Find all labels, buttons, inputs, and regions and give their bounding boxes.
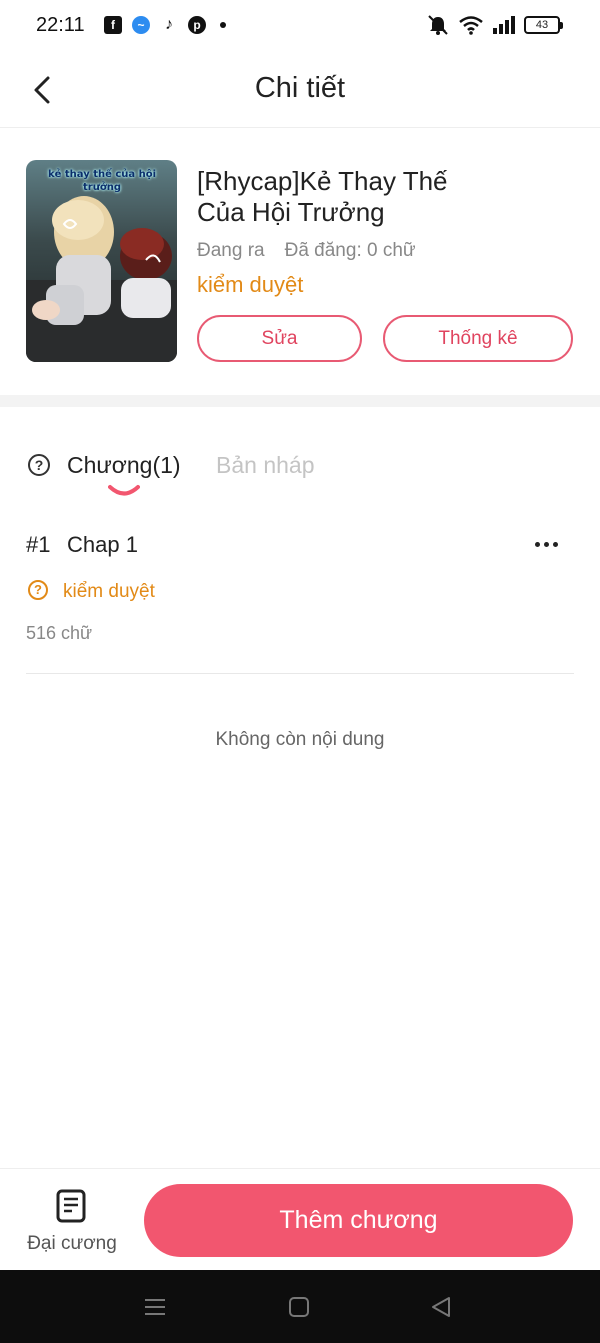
more-notifications-dot: [220, 22, 226, 28]
status-bar: 22:11 f ~ ♪ p 43: [0, 0, 600, 54]
system-navigation-bar: [0, 1270, 600, 1343]
home-icon[interactable]: [286, 1294, 312, 1320]
mute-bell-icon: [428, 15, 448, 35]
facebook-icon: f: [104, 16, 122, 34]
book-cover-image[interactable]: kẻ thay thế của hội trưởng: [26, 160, 177, 362]
cover-caption: kẻ thay thế của hội trưởng: [47, 169, 157, 193]
book-meta: Đang ra Đã đăng: 0 chữ: [197, 240, 416, 262]
tab-drafts[interactable]: Bản nháp: [216, 452, 314, 479]
publish-state: Đang ra: [197, 240, 265, 261]
outline-button[interactable]: Đại cương: [20, 1187, 124, 1259]
tab-chapters[interactable]: Chương(1): [67, 452, 181, 479]
add-chapter-button[interactable]: Thêm chương: [144, 1184, 573, 1257]
chapter-title: Chap 1: [67, 532, 138, 557]
chapter-list-item[interactable]: #1 Chap 1 ? kiểm duyệt 516 chữ: [26, 528, 574, 674]
outline-label: Đại cương: [27, 1233, 117, 1254]
wifi-icon: [459, 16, 483, 35]
book-info-card: kẻ thay thế của hội trưởng [Rhycap]Kẻ Th…: [26, 160, 576, 365]
chapter-word-count: 516 chữ: [26, 623, 93, 643]
active-tab-indicator: [108, 485, 140, 496]
section-divider: [0, 395, 600, 407]
chapter-tabs: ? Chương(1) Bản nháp: [26, 448, 576, 508]
review-status: kiểm duyệt: [197, 272, 304, 297]
help-icon[interactable]: ?: [28, 454, 50, 476]
status-indicators: 43: [426, 14, 563, 36]
chapter-review-status: kiểm duyệt: [63, 581, 155, 602]
list-end-message: Không còn nội dung: [215, 729, 385, 750]
dot: [552, 541, 558, 547]
statistics-button[interactable]: Thống kê: [383, 315, 573, 362]
pinterest-icon: p: [188, 16, 206, 34]
top-app-bar: Chi tiết: [0, 54, 600, 128]
dot: [534, 541, 540, 547]
back-triangle-icon[interactable]: [428, 1294, 454, 1320]
review-question-icon: ?: [28, 580, 48, 600]
signal-icon: [493, 16, 515, 34]
published-word-count: Đã đăng: 0 chữ: [284, 240, 416, 261]
status-time: 22:11: [36, 14, 85, 36]
tiktok-icon: ♪: [160, 16, 178, 34]
bottom-action-bar: Đại cương Thêm chương: [0, 1168, 600, 1270]
more-options-icon[interactable]: [528, 534, 564, 554]
page-title: Chi tiết: [254, 72, 346, 104]
book-title: [Rhycap]Kẻ Thay Thế Của Hội Trưởng: [197, 166, 448, 227]
battery-icon: 43: [524, 16, 563, 34]
recent-apps-icon[interactable]: [142, 1294, 168, 1320]
edit-button[interactable]: Sửa: [197, 315, 362, 362]
dot: [543, 541, 549, 547]
outline-document-icon: [56, 1189, 86, 1223]
status-app-icons: f ~ ♪ p: [104, 16, 226, 34]
messenger-icon: ~: [132, 16, 150, 34]
chapter-number: #1: [26, 532, 51, 557]
